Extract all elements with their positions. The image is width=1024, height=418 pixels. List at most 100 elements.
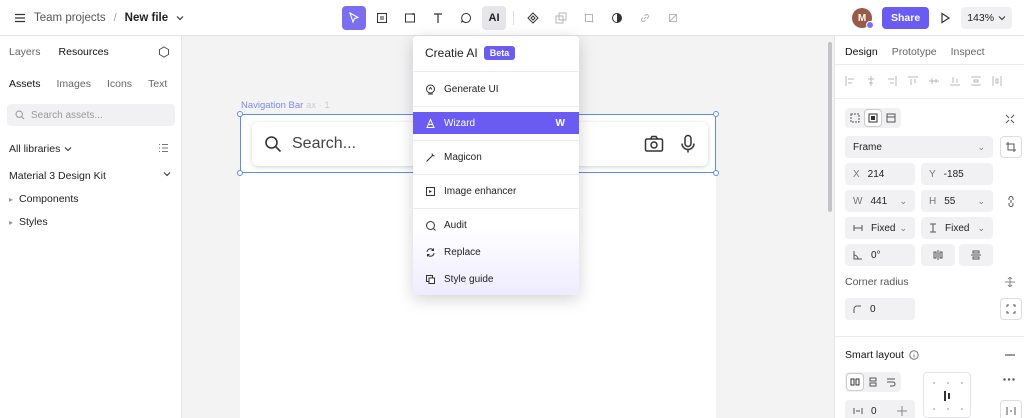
avatar[interactable]: M — [852, 8, 874, 29]
top-bar: Team projects / New file AI M Share 143% — [0, 0, 1024, 36]
y-label: Y — [929, 168, 936, 180]
remove-layout-icon[interactable] — [1005, 354, 1015, 356]
alignment-grid[interactable] — [923, 372, 971, 418]
beta-badge: Beta — [483, 46, 516, 60]
flip-horizontal-button[interactable] — [921, 244, 955, 266]
menu-item-wizard[interactable]: Wizard W — [413, 112, 579, 134]
rectangle-tool[interactable] — [398, 6, 422, 30]
frame-mode-fixed-icon[interactable] — [865, 110, 881, 126]
plugin-icon[interactable] — [158, 46, 170, 58]
link-tool[interactable] — [633, 6, 657, 30]
frame-tool[interactable] — [370, 6, 394, 30]
menu-item-magicon[interactable]: Magicon — [413, 146, 579, 168]
resize-handle[interactable] — [237, 111, 243, 117]
menu-item-image-enhancer[interactable]: Image enhancer — [413, 180, 579, 202]
frame-mode-layout-icon[interactable] — [883, 110, 899, 126]
rotation-input[interactable]: 0° — [845, 244, 915, 266]
audit-icon — [426, 220, 436, 231]
component-tool[interactable] — [521, 6, 545, 30]
tab-prototype[interactable]: Prototype — [892, 46, 937, 58]
tab-resources[interactable]: Resources — [59, 46, 109, 58]
x-position-input[interactable]: X 214 — [845, 163, 915, 185]
list-view-icon[interactable] — [158, 143, 169, 153]
tab-text[interactable]: Text — [148, 78, 167, 90]
distribute-v-icon[interactable] — [971, 76, 981, 86]
resize-handle[interactable] — [713, 170, 719, 176]
more-options-icon[interactable] — [1003, 378, 1015, 381]
tab-layers[interactable]: Layers — [9, 46, 41, 58]
tab-design[interactable]: Design — [845, 46, 878, 58]
y-position-input[interactable]: Y -185 — [921, 163, 993, 185]
asset-search-input[interactable]: Search assets... — [7, 104, 175, 126]
padding-button[interactable] — [1000, 400, 1022, 418]
align-top-icon[interactable] — [908, 76, 918, 86]
independent-corners-button[interactable] — [1000, 298, 1022, 320]
list-item-styles[interactable]: ▸ Styles — [9, 216, 48, 228]
contrast-tool[interactable] — [605, 6, 629, 30]
frame-type-select[interactable]: Frame ⌄ — [845, 136, 993, 158]
tab-inspect[interactable]: Inspect — [951, 46, 985, 58]
project-name[interactable]: Team projects — [34, 12, 106, 24]
collapse-icon[interactable] — [1005, 114, 1015, 124]
w-value: 441 — [870, 195, 888, 207]
width-mode-select[interactable]: Fixed ⌄ — [845, 217, 915, 239]
zoom-dropdown[interactable]: 143% — [961, 7, 1013, 29]
crop-tool[interactable] — [577, 6, 601, 30]
frame-mode-free-icon[interactable] — [847, 110, 863, 126]
share-button[interactable]: Share — [882, 7, 930, 29]
corner-radius-input[interactable]: 0 — [845, 298, 915, 320]
breadcrumb: Team projects / New file — [14, 0, 184, 36]
align-center-h-icon[interactable] — [866, 76, 876, 86]
distribute-h-icon[interactable] — [992, 76, 1002, 86]
component-icon — [527, 12, 539, 24]
chevron-down-icon: ⌄ — [899, 195, 907, 206]
flip-vertical-button[interactable] — [959, 244, 993, 266]
file-name[interactable]: New file — [125, 12, 168, 24]
duplicate-tool[interactable] — [549, 6, 573, 30]
vertical-layout-icon[interactable] — [865, 374, 881, 390]
hamburger-icon[interactable] — [14, 12, 26, 24]
menu-item-style-guide[interactable]: Style guide — [413, 268, 579, 290]
tab-icons[interactable]: Icons — [107, 78, 132, 90]
toolbar: AI — [342, 6, 685, 30]
vertical-scrollbar[interactable] — [828, 42, 832, 212]
resize-handle[interactable] — [713, 111, 719, 117]
width-input[interactable]: W 441 ⌄ — [845, 190, 915, 212]
menu-item-label: Replace — [444, 246, 481, 258]
align-bottom-icon[interactable] — [950, 76, 960, 86]
align-center-v-icon[interactable] — [929, 76, 939, 86]
ai-tool[interactable]: AI — [482, 6, 506, 30]
frame-label[interactable]: Navigation Bar ax · 1 — [241, 100, 330, 111]
height-input[interactable]: H 55 ⌄ — [921, 190, 993, 212]
design-kit-header[interactable]: Material 3 Design Kit — [9, 170, 171, 182]
menu-divider — [413, 106, 579, 107]
horizontal-layout-icon[interactable] — [847, 374, 863, 390]
align-left-icon[interactable] — [845, 76, 855, 86]
tab-assets[interactable]: Assets — [9, 78, 41, 90]
gap-input[interactable]: 0 — [845, 400, 915, 418]
tab-images[interactable]: Images — [57, 78, 91, 90]
library-dropdown[interactable]: All libraries — [9, 143, 72, 155]
comment-tool[interactable] — [454, 6, 478, 30]
transform-tool[interactable] — [661, 6, 685, 30]
move-icon[interactable] — [1005, 277, 1015, 287]
clip-content-button[interactable] — [1000, 136, 1022, 158]
play-icon[interactable] — [939, 12, 951, 24]
menu-item-replace[interactable]: Replace — [413, 241, 579, 263]
text-tool[interactable] — [426, 6, 450, 30]
align-right-icon[interactable] — [887, 76, 897, 86]
chevron-down-icon[interactable] — [176, 14, 184, 22]
generate-icon — [426, 84, 435, 94]
contrast-icon — [612, 13, 622, 23]
wrap-layout-icon[interactable] — [883, 374, 899, 390]
breadcrumb-separator: / — [113, 12, 117, 24]
menu-item-audit[interactable]: Audit — [413, 214, 579, 236]
menu-item-generate-ui[interactable]: Generate UI — [413, 78, 579, 100]
list-item-components[interactable]: ▸ Components — [9, 193, 79, 205]
alignment-toolbar — [845, 76, 1002, 86]
height-mode-select[interactable]: Fixed ⌄ — [921, 217, 993, 239]
constrain-proportions-button[interactable] — [1000, 190, 1022, 212]
link-icon — [640, 13, 650, 23]
resize-handle[interactable] — [237, 170, 243, 176]
pointer-tool[interactable] — [342, 6, 366, 30]
